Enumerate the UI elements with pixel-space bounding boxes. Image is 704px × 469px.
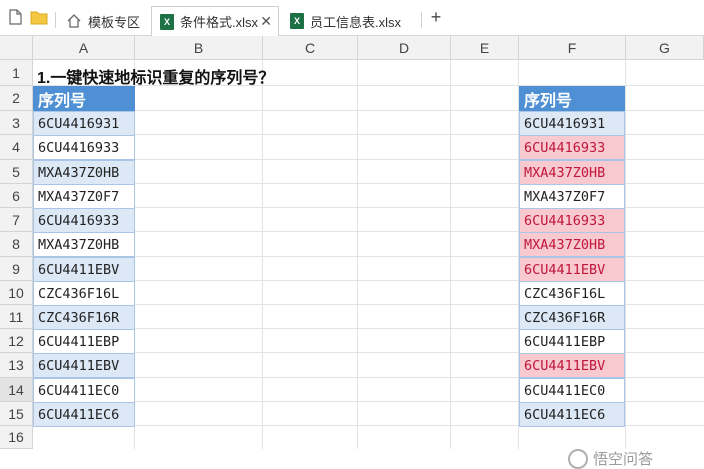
row-header-13[interactable]: 13 [0, 353, 33, 378]
folder-icon[interactable] [30, 8, 48, 26]
cell-f5[interactable]: MXA437Z0HB [519, 160, 625, 185]
column-header-a[interactable]: A [33, 36, 135, 60]
gridline-vertical [450, 60, 451, 449]
spreadsheet-grid[interactable]: A B C D E F G 1 2 3 4 5 6 7 8 9 10 11 12 13 14 15 16 1.… [0, 36, 704, 469]
column-a-header-cell[interactable]: 序列号 [33, 86, 135, 111]
new-file-icon[interactable] [6, 8, 24, 26]
row-header-10[interactable]: 10 [0, 281, 33, 305]
row-header-9[interactable]: 9 [0, 257, 33, 281]
row-header-3[interactable]: 3 [0, 111, 33, 135]
cell-a13[interactable]: 6CU4411EBV [33, 353, 135, 378]
cell-a9[interactable]: 6CU4411EBV [33, 257, 135, 282]
tab-bar: 模板专区 X 条件格式.xlsx ✕ X 员工信息表.xlsx + [0, 0, 704, 36]
column-header-d[interactable]: D [358, 36, 451, 60]
row-header-16[interactable]: 16 [0, 426, 33, 449]
cell-f11[interactable]: CZC436F16R [519, 305, 625, 330]
cell-f14[interactable]: 6CU4411EC0 [519, 378, 625, 403]
tab-templates[interactable]: 模板专区 [58, 6, 146, 36]
gridline-vertical [357, 60, 358, 449]
cell-f6[interactable]: MXA437Z0F7 [519, 184, 625, 209]
cell-a12[interactable]: 6CU4411EBP [33, 329, 135, 354]
cell-f9[interactable]: 6CU4411EBV [519, 257, 625, 282]
row-header-8[interactable]: 8 [0, 232, 33, 257]
cell-a11[interactable]: CZC436F16R [33, 305, 135, 330]
cell-f10[interactable]: CZC436F16L [519, 281, 625, 306]
cell-f13[interactable]: 6CU4411EBV [519, 353, 625, 378]
watermark-text: 悟空问答 [593, 451, 654, 468]
row-header-7[interactable]: 7 [0, 208, 33, 232]
cell-a3[interactable]: 6CU4416931 [33, 111, 135, 136]
cell-a4[interactable]: 6CU4416933 [33, 135, 135, 160]
row-header-6[interactable]: 6 [0, 184, 33, 208]
column-header-b[interactable]: B [135, 36, 263, 60]
tab-label: 员工信息表.xlsx [310, 14, 402, 30]
add-tab-button[interactable]: + [426, 6, 446, 28]
cell-a15[interactable]: 6CU4411EC6 [33, 402, 135, 427]
row-header-15[interactable]: 15 [0, 402, 33, 426]
home-icon [67, 14, 81, 28]
row-header-4[interactable]: 4 [0, 135, 33, 160]
watermark: 悟空问答 [568, 448, 653, 469]
sheet-title[interactable]: 1.一键快速地标识重复的序列号？ [37, 64, 274, 88]
tab-conditional-format[interactable]: X 条件格式.xlsx ✕ [151, 6, 279, 36]
cell-f8[interactable]: MXA437Z0HB [519, 232, 625, 257]
row-header-11[interactable]: 11 [0, 305, 33, 329]
cell-f15[interactable]: 6CU4411EC6 [519, 402, 625, 427]
excel-icon: X [160, 13, 174, 30]
tab-label: 模板专区 [88, 14, 141, 30]
cell-a14[interactable]: 6CU4411EC0 [33, 378, 135, 403]
gridline-vertical [262, 60, 263, 449]
row-header-2[interactable]: 2 [0, 86, 33, 111]
tab-employee-info[interactable]: X 员工信息表.xlsx [282, 6, 420, 36]
cell-f12[interactable]: 6CU4411EBP [519, 329, 625, 354]
cell-a10[interactable]: CZC436F16L [33, 281, 135, 306]
column-f-header-cell[interactable]: 序列号 [519, 86, 625, 111]
column-header-c[interactable]: C [263, 36, 358, 60]
tab-label: 条件格式.xlsx [180, 15, 259, 30]
watermark-logo-icon [568, 448, 588, 469]
select-all-corner[interactable] [0, 36, 33, 60]
column-header-g[interactable]: G [626, 36, 704, 60]
cell-f3[interactable]: 6CU4416931 [519, 111, 625, 136]
cell-f7[interactable]: 6CU4416933 [519, 208, 625, 233]
row-header-5[interactable]: 5 [0, 160, 33, 184]
cell-f4[interactable]: 6CU4416933 [519, 135, 625, 160]
cell-a5[interactable]: MXA437Z0HB [33, 160, 135, 185]
tab-separator [421, 12, 422, 28]
cell-a8[interactable]: MXA437Z0HB [33, 232, 135, 257]
close-icon[interactable]: ✕ [260, 13, 272, 30]
toolbar-separator [55, 12, 56, 28]
gridline-vertical [625, 60, 626, 449]
row-header-1[interactable]: 1 [0, 60, 33, 86]
column-header-e[interactable]: E [451, 36, 519, 60]
column-header-f[interactable]: F [519, 36, 626, 60]
cell-a7[interactable]: 6CU4416933 [33, 208, 135, 233]
row-header-12[interactable]: 12 [0, 329, 33, 353]
excel-icon: X [290, 13, 304, 29]
cell-a6[interactable]: MXA437Z0F7 [33, 184, 135, 209]
row-header-14[interactable]: 14 [0, 378, 33, 402]
